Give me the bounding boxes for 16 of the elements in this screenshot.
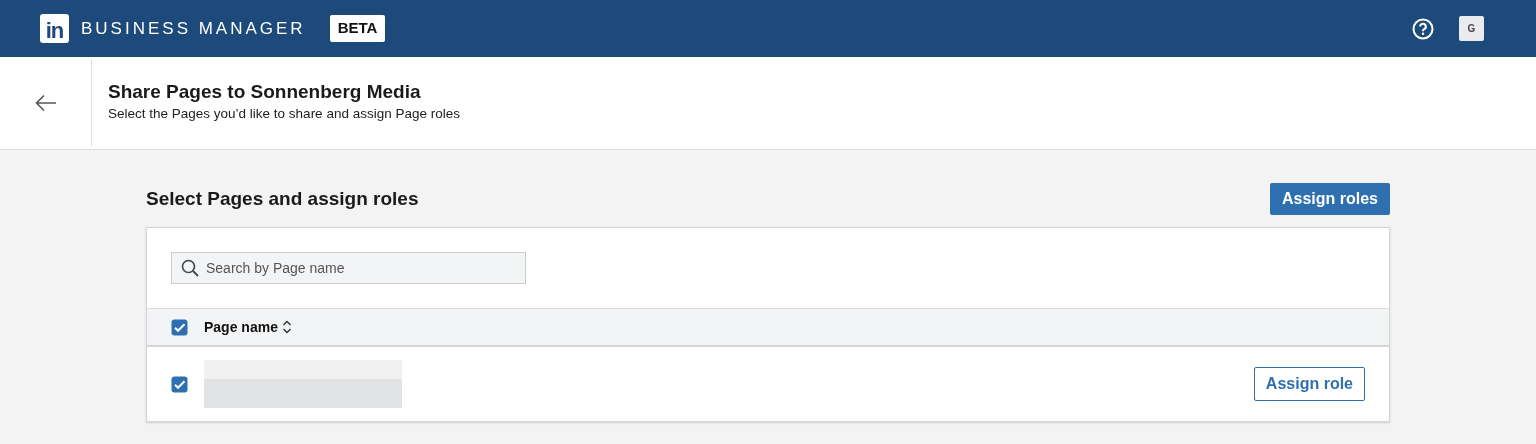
avatar[interactable]: G — [1459, 16, 1484, 41]
logo[interactable]: in — [40, 14, 69, 43]
search-field[interactable]: Search by Page name — [171, 252, 526, 284]
assign-roles-button[interactable]: Assign roles — [1269, 183, 1390, 215]
product-name: BUSINESS MANAGER — [81, 17, 306, 40]
column-header[interactable]: Page name — [204, 316, 278, 338]
sort-icon[interactable] — [281, 320, 292, 334]
checkbox[interactable] — [171, 318, 188, 336]
page-subtitle: Select the Pages you’d like to share and assign Page roles — [108, 105, 460, 124]
checkbox[interactable] — [171, 375, 188, 393]
assign-role-button[interactable]: Assign role — [1253, 367, 1365, 401]
back-arrow-icon[interactable] — [34, 94, 57, 112]
help-icon[interactable] — [1412, 17, 1434, 40]
beta-badge: BETA — [329, 15, 386, 42]
page-title: Share Pages to Sonnenberg Media — [108, 81, 422, 105]
section-title: Select Pages and assign roles — [146, 186, 419, 211]
